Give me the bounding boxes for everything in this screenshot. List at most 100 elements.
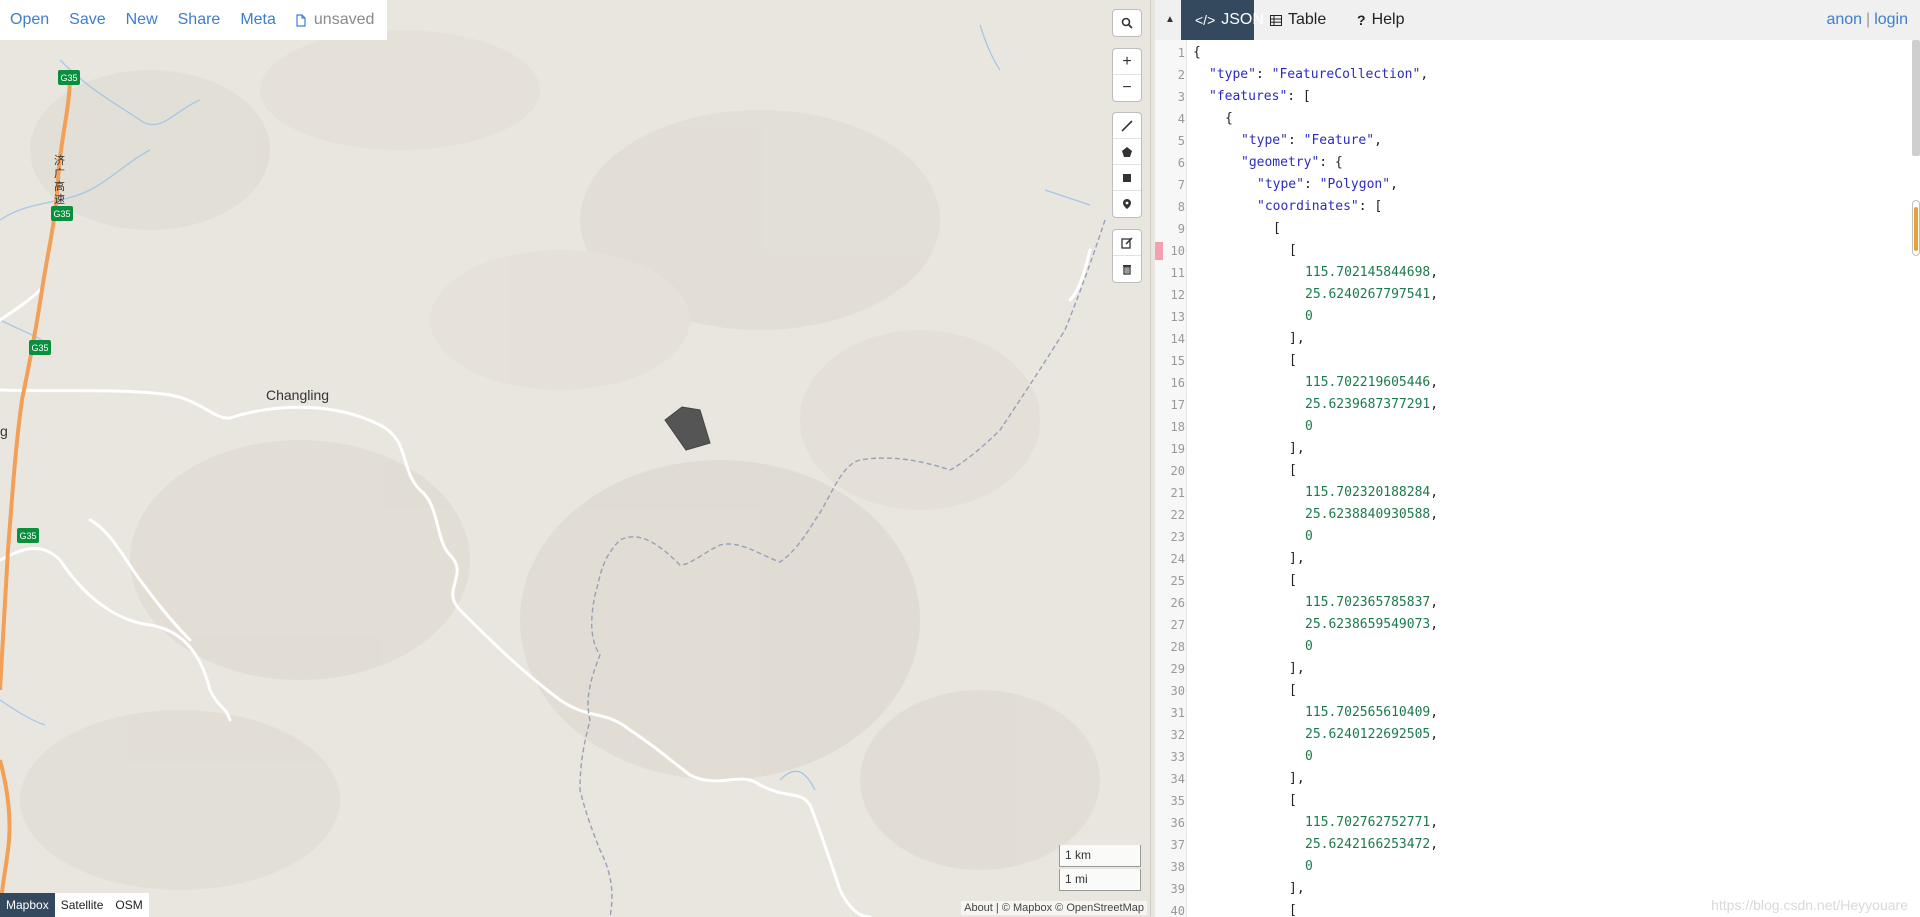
editor-scrollbar[interactable]	[1910, 40, 1920, 917]
line-number: 22	[1170, 508, 1185, 522]
json-number-value: 115.702365785837	[1305, 595, 1431, 610]
draw-marker-button[interactable]	[1113, 191, 1141, 217]
tab-bar: ▲ </> JSON Table ? Help anon | login	[1155, 0, 1920, 40]
edit-button[interactable]	[1113, 230, 1141, 256]
scale-mi: 1 mi	[1059, 869, 1141, 891]
draw-rectangle-icon	[1123, 173, 1131, 182]
json-number-value: 0	[1305, 639, 1313, 654]
line-number: 27	[1170, 618, 1185, 632]
code-line: ],	[1289, 551, 1305, 566]
scroll-position-marker[interactable]	[1912, 200, 1920, 256]
road-label-vertical: 济广高速	[54, 153, 65, 206]
place-label-changling: Changling	[266, 387, 329, 403]
layer-mapbox[interactable]: Mapbox	[0, 893, 55, 917]
zoom-out-button[interactable]: −	[1113, 75, 1141, 101]
tab-help-label: Help	[1371, 11, 1405, 28]
line-number: 19	[1170, 442, 1185, 456]
code-line: 0	[1305, 526, 1313, 548]
scale-km: 1 km	[1059, 845, 1141, 867]
highway-shield: G35	[17, 528, 39, 543]
user-area: anon | login	[1826, 11, 1908, 29]
watermark: https://blog.csdn.net/Heyyouare	[1711, 897, 1908, 913]
line-number: 23	[1170, 530, 1185, 544]
tab-table[interactable]: Table	[1262, 0, 1342, 40]
json-number-value: 25.6238659549073	[1305, 617, 1431, 632]
code-line: ],	[1289, 661, 1305, 676]
login-link[interactable]: login	[1874, 11, 1908, 29]
line-number: 4	[1177, 112, 1185, 126]
road-label-char: 速	[54, 193, 65, 206]
draw-rectangle-button[interactable]	[1113, 165, 1141, 191]
help-icon: ?	[1357, 12, 1366, 28]
code-line: [	[1273, 221, 1281, 236]
map-search-button[interactable]	[1113, 10, 1141, 36]
json-number-value: 0	[1305, 859, 1313, 874]
code-icon: </>	[1195, 12, 1216, 28]
tab-help[interactable]: ? Help	[1349, 0, 1419, 40]
zoom-in-button[interactable]: +	[1113, 49, 1141, 75]
code-line: [	[1289, 903, 1297, 917]
tab-json[interactable]: </> JSON	[1181, 0, 1264, 40]
scrollbar-thumb[interactable]	[1912, 40, 1920, 156]
menu-new[interactable]: New	[126, 11, 158, 29]
tab-table-label: Table	[1288, 11, 1327, 28]
json-number-value: 0	[1305, 309, 1313, 324]
menu-open[interactable]: Open	[10, 11, 49, 29]
line-number: 10	[1170, 244, 1185, 258]
code-line: [	[1289, 243, 1297, 258]
map-view[interactable]: G35 G35 G35 G35 Changling g 济广高速 Open Sa…	[0, 0, 1150, 917]
json-editor[interactable]: 1 2 3 4 5 6 7 8 9 10 11 12 13 14 15 16 17 18 19 20 21 22 23 24 2…	[1155, 40, 1920, 917]
json-key: "type"	[1257, 177, 1304, 192]
code-line: 0	[1305, 306, 1313, 328]
code-line: 115.702565610409,	[1305, 705, 1439, 720]
code-line: "coordinates": [	[1257, 199, 1383, 214]
menu-save[interactable]: Save	[69, 11, 105, 29]
delete-button[interactable]	[1113, 256, 1141, 282]
menu-meta[interactable]: Meta	[240, 11, 276, 29]
line-number: 13	[1170, 310, 1185, 324]
layer-osm[interactable]: OSM	[109, 893, 149, 917]
anon-link[interactable]: anon	[1826, 11, 1862, 29]
line-number: 31	[1170, 706, 1185, 720]
file-status: unsaved	[296, 11, 374, 29]
json-number-value: 25.6240122692505	[1305, 727, 1431, 742]
draw-line-button[interactable]	[1113, 113, 1141, 139]
code-area[interactable]: {"type": "FeatureCollection", "features":…	[1189, 40, 1869, 917]
code-line: 115.702320188284,	[1305, 485, 1439, 500]
line-number: 21	[1170, 486, 1185, 500]
json-key: "type"	[1241, 133, 1288, 148]
map-canvas[interactable]: G35 G35 G35 G35 Changling g 济广高速	[0, 0, 1150, 917]
json-string-value: "Polygon"	[1319, 177, 1391, 192]
collapse-toggle-icon[interactable]: ▲	[1165, 14, 1175, 25]
code-line: {	[1193, 45, 1201, 60]
line-number: 40	[1170, 904, 1185, 917]
line-number: 16	[1170, 376, 1185, 390]
search-icon	[1121, 17, 1133, 29]
line-number: 12	[1170, 288, 1185, 302]
json-string-value: "FeatureCollection"	[1271, 67, 1421, 82]
zoom-in-icon: +	[1122, 52, 1132, 70]
json-number-value: 25.6238840930588	[1305, 507, 1431, 522]
road-label-char: 济	[54, 153, 65, 167]
code-line: 115.702365785837,	[1305, 595, 1439, 610]
code-line: 25.6240267797541,	[1305, 287, 1439, 302]
code-line: 0	[1305, 856, 1313, 878]
code-line: 25.6240122692505,	[1305, 727, 1439, 742]
code-line: {	[1225, 111, 1233, 126]
svg-text:G35: G35	[53, 209, 70, 219]
zoom-control: + −	[1112, 48, 1142, 102]
json-number-value: 115.702762752771	[1305, 815, 1431, 830]
json-number-value: 115.702320188284	[1305, 485, 1431, 500]
search-control	[1112, 9, 1142, 37]
menu-share[interactable]: Share	[178, 11, 221, 29]
code-line: 25.6238840930588,	[1305, 507, 1439, 522]
line-number: 24	[1170, 552, 1185, 566]
svg-text:G35: G35	[60, 73, 77, 83]
draw-polygon-button[interactable]	[1113, 139, 1141, 165]
scroll-marker-fill	[1914, 207, 1918, 251]
layer-satellite[interactable]: Satellite	[54, 893, 110, 917]
map-attribution[interactable]: About | © Mapbox © OpenStreetMap	[961, 901, 1147, 915]
user-separator: |	[1866, 11, 1871, 28]
svg-text:G35: G35	[19, 531, 36, 541]
line-number: 8	[1177, 200, 1185, 214]
